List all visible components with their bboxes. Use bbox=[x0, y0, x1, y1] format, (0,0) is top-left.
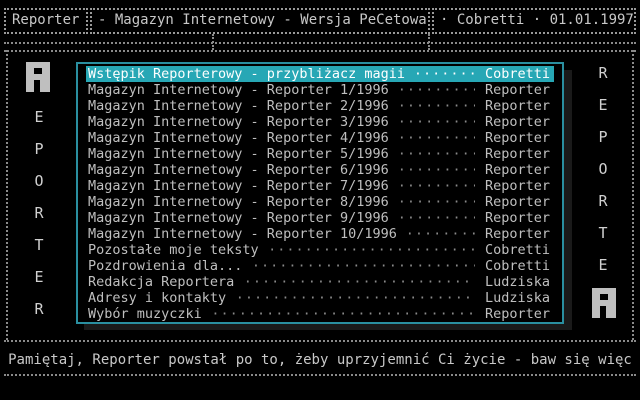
menu-item-leader-dots: ········································… bbox=[397, 162, 476, 178]
side-letter: R bbox=[598, 192, 608, 210]
menu-item-title: Pozostałe moje teksty bbox=[88, 242, 259, 258]
screen: Reporter - Magazyn Internetowy - Wersja … bbox=[0, 0, 640, 400]
menu-item-title: Magazyn Internetowy - Reporter 3/1996 bbox=[88, 114, 389, 130]
menu-item[interactable]: Wstępik Reporterowy - przybliżacz magii ·… bbox=[86, 66, 554, 82]
menu-item-title: Pozdrowienia dla... bbox=[88, 258, 243, 274]
left-chain-rail bbox=[6, 50, 8, 340]
menu-item-title: Wybór muzyczki bbox=[88, 306, 202, 322]
chain-link-left bbox=[212, 34, 214, 50]
menu-item-title: Magazyn Internetowy - Reporter 7/1996 bbox=[88, 178, 389, 194]
menu-item-author: Cobretti bbox=[484, 66, 550, 82]
reporter-r-logo-icon bbox=[26, 62, 50, 92]
menu-item-leader-dots: ········································… bbox=[397, 146, 476, 162]
menu-item-title: Adresy i kontakty bbox=[88, 290, 227, 306]
side-letter: E bbox=[34, 108, 44, 126]
menu-item[interactable]: Magazyn Internetowy - Reporter 10/1996 ··… bbox=[86, 226, 554, 242]
menu-item-author: Cobretti bbox=[484, 242, 550, 258]
side-letter: T bbox=[598, 224, 608, 242]
menu-item-title: Magazyn Internetowy - Reporter 4/1996 bbox=[88, 130, 389, 146]
menu-item-author: Reporter bbox=[484, 146, 550, 162]
menu-item-leader-dots: ········································… bbox=[268, 242, 475, 258]
menu-item-leader-dots: ········································… bbox=[405, 226, 475, 242]
menu-item-title: Wstępik Reporterowy - przybliżacz magii bbox=[88, 66, 405, 82]
menu-item-title: Magazyn Internetowy - Reporter 5/1996 bbox=[88, 146, 389, 162]
menu-item-author: Reporter bbox=[484, 114, 550, 130]
title-bar: Reporter - Magazyn Internetowy - Wersja … bbox=[4, 8, 636, 34]
menu-item-author: Reporter bbox=[484, 178, 550, 194]
menu-item-author: Reporter bbox=[484, 194, 550, 210]
side-letter: E bbox=[598, 96, 608, 114]
menu-item-title: Magazyn Internetowy - Reporter 1/1996 bbox=[88, 82, 389, 98]
menu-item-author: Ludziska bbox=[484, 290, 550, 306]
menu-item-leader-dots: ········································… bbox=[211, 306, 476, 322]
menu-item-leader-dots: ········································… bbox=[397, 130, 476, 146]
menu-item-author: Reporter bbox=[484, 82, 550, 98]
chain-link-right bbox=[428, 34, 430, 50]
menu-item[interactable]: Pozdrowienia dla... ·····················… bbox=[86, 258, 554, 274]
menu-item-author: Reporter bbox=[484, 98, 550, 114]
menu-item[interactable]: Magazyn Internetowy - Reporter 3/1996 ···… bbox=[86, 114, 554, 130]
top-chain-rail bbox=[4, 42, 636, 44]
menu-item-leader-dots: ········································… bbox=[397, 194, 476, 210]
side-letter: R bbox=[34, 204, 44, 222]
menu-item-title: Magazyn Internetowy - Reporter 2/1996 bbox=[88, 98, 389, 114]
menu-item[interactable]: Magazyn Internetowy - Reporter 9/1996 ···… bbox=[86, 210, 554, 226]
menu-item-leader-dots: ········································… bbox=[397, 210, 476, 226]
menu-item[interactable]: Wybór muzyczki ··························… bbox=[86, 306, 554, 322]
menu-item[interactable]: Magazyn Internetowy - Reporter 8/1996 ···… bbox=[86, 194, 554, 210]
side-letter: R bbox=[598, 64, 608, 82]
menu-item[interactable]: Magazyn Internetowy - Reporter 7/1996 ···… bbox=[86, 178, 554, 194]
menu-item[interactable]: Magazyn Internetowy - Reporter 6/1996 ···… bbox=[86, 162, 554, 178]
menu-item-title: Magazyn Internetowy - Reporter 6/1996 bbox=[88, 162, 389, 178]
menu-item[interactable]: Adresy i kontakty ·······················… bbox=[86, 290, 554, 306]
menu-item-leader-dots: ········································… bbox=[397, 98, 476, 114]
menu-item-leader-dots: ········································… bbox=[243, 274, 475, 290]
reporter-r-logo-icon bbox=[592, 288, 616, 318]
menu-item[interactable]: Magazyn Internetowy - Reporter 1/1996 ···… bbox=[86, 82, 554, 98]
top-chain-rail-2 bbox=[4, 50, 636, 52]
menu-item[interactable]: Magazyn Internetowy - Reporter 5/1996 ···… bbox=[86, 146, 554, 162]
right-side-panel: R E P O R T E bbox=[578, 58, 628, 328]
side-letter: T bbox=[34, 236, 44, 254]
menu-item-author: Reporter bbox=[484, 210, 550, 226]
menu-item-leader-dots: ········································… bbox=[397, 82, 476, 98]
menu-item-leader-dots: ········································… bbox=[397, 114, 476, 130]
side-letter: R bbox=[34, 300, 44, 318]
menu-item-title: Magazyn Internetowy - Reporter 8/1996 bbox=[88, 194, 389, 210]
magazine-title: - Magazyn Internetowy - Wersja PeCetowa bbox=[98, 12, 427, 28]
menu-item[interactable]: Redakcja Reportera ······················… bbox=[86, 274, 554, 290]
side-letter: P bbox=[34, 140, 44, 158]
menu-item-leader-dots: ········································… bbox=[413, 66, 475, 82]
menu-item-author: Reporter bbox=[484, 162, 550, 178]
menu-item-author: Reporter bbox=[484, 226, 550, 242]
menu-item[interactable]: Pozostałe moje teksty ···················… bbox=[86, 242, 554, 258]
menu-item-leader-dots: ········································… bbox=[235, 290, 476, 306]
side-letter: E bbox=[598, 256, 608, 274]
menu-item-title: Magazyn Internetowy - Reporter 9/1996 bbox=[88, 210, 389, 226]
side-letter: O bbox=[598, 160, 608, 178]
menu-item-leader-dots: ········································… bbox=[251, 258, 475, 274]
side-letter: O bbox=[34, 172, 44, 190]
menu-item[interactable]: Magazyn Internetowy - Reporter 2/1996 ···… bbox=[86, 98, 554, 114]
menu-item-title: Magazyn Internetowy - Reporter 10/1996 bbox=[88, 226, 397, 242]
app-title: Reporter bbox=[12, 12, 80, 28]
side-letter: E bbox=[34, 268, 44, 286]
menu-item-title: Redakcja Reportera bbox=[88, 274, 235, 290]
right-chain-rail bbox=[632, 50, 634, 340]
menu-item[interactable]: Magazyn Internetowy - Reporter 4/1996 ···… bbox=[86, 130, 554, 146]
menu-item-author: Ludziska bbox=[484, 274, 550, 290]
left-side-panel: E P O R T E R bbox=[14, 58, 64, 328]
menu-item-leader-dots: ········································… bbox=[397, 178, 476, 194]
menu-item-author: Reporter bbox=[484, 130, 550, 146]
status-message: Pamiętaj, Reporter powstał po to, żeby u… bbox=[8, 352, 632, 368]
side-letter: P bbox=[598, 128, 608, 146]
menu-item-author: Cobretti bbox=[484, 258, 550, 274]
menu-item-author: Reporter bbox=[484, 306, 550, 322]
author-date: · Cobretti · 01.01.1997 bbox=[440, 12, 634, 28]
main-menu: Wstępik Reporterowy - przybliżacz magii ·… bbox=[76, 62, 564, 324]
